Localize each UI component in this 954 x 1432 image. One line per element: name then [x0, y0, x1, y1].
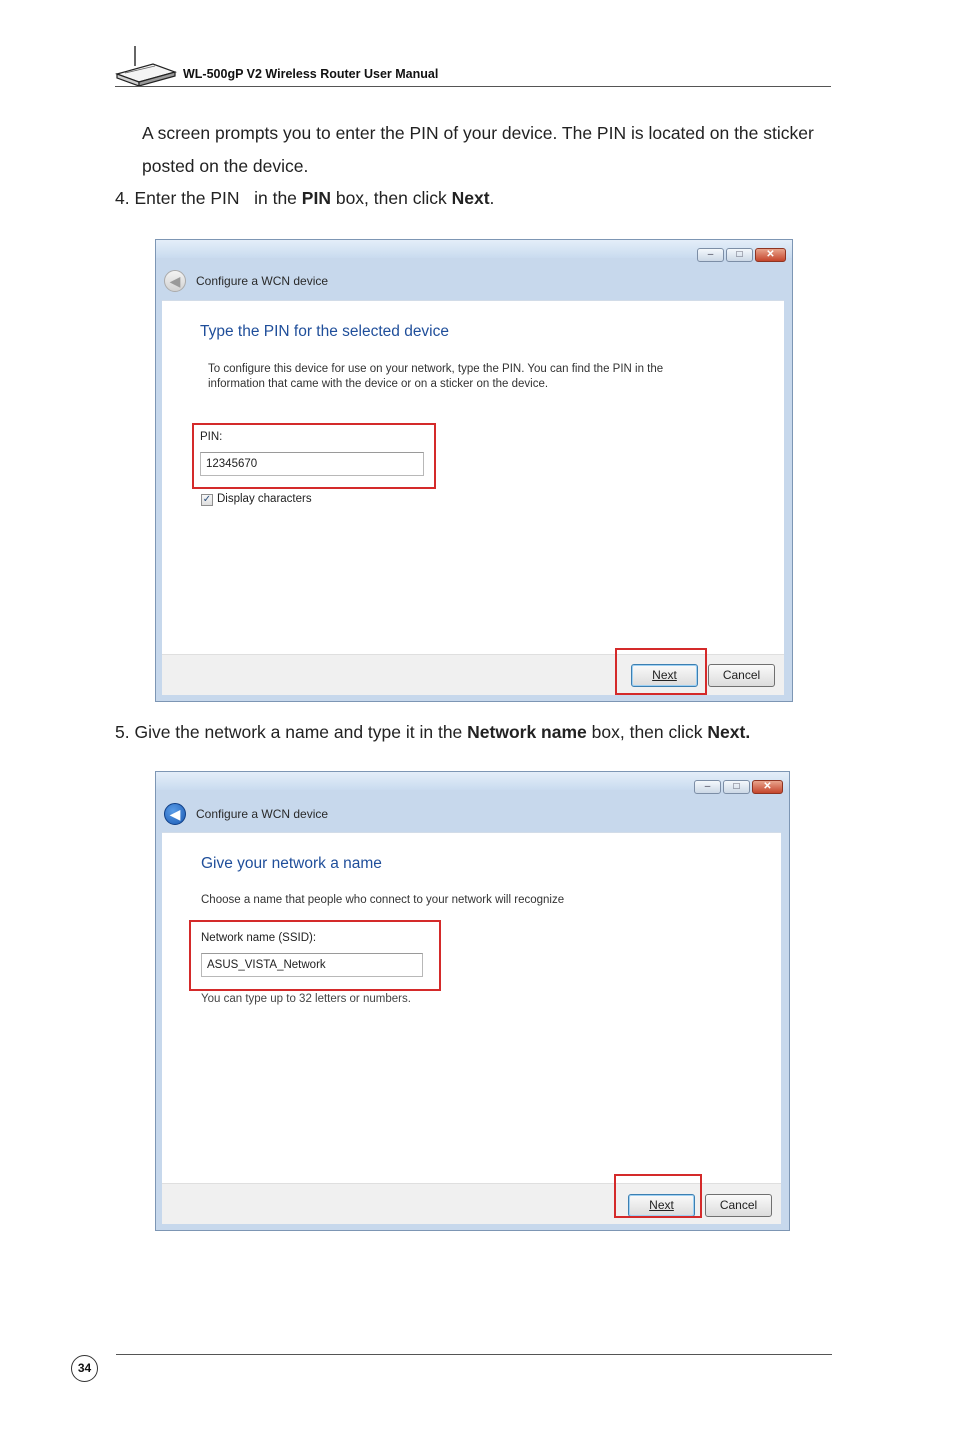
- back-arrow-icon[interactable]: ◀: [164, 803, 186, 825]
- instruction-line-2: information that came with the device or…: [208, 378, 549, 390]
- window-title-row: ◀ Configure a WCN device: [164, 270, 328, 292]
- instruction-text: Choose a name that people who connect to…: [201, 894, 565, 906]
- display-characters-label: Display characters: [217, 493, 312, 505]
- step-5-text: 5. Give the network a name and type it i…: [115, 722, 751, 742]
- page-number: 34: [71, 1355, 98, 1382]
- intro-line-1: A screen prompts you to enter the PIN of…: [142, 123, 814, 143]
- window-controls: – □ ✕: [697, 248, 786, 262]
- back-arrow-icon[interactable]: ◀: [164, 270, 186, 292]
- next-highlight-box: [614, 1174, 702, 1218]
- close-icon[interactable]: ✕: [752, 780, 783, 794]
- intro-line-2: posted on the device.: [142, 156, 309, 176]
- cancel-button[interactable]: Cancel: [708, 664, 775, 687]
- window-controls: – □ ✕: [694, 780, 783, 794]
- window-title: Configure a WCN device: [196, 807, 329, 821]
- minimize-icon[interactable]: –: [697, 248, 724, 262]
- minimize-icon[interactable]: –: [694, 780, 721, 794]
- page-heading: Give your network a name: [201, 855, 382, 872]
- page-heading: Type the PIN for the selected device: [200, 323, 449, 340]
- pin-highlight-box: [192, 423, 436, 489]
- maximize-icon[interactable]: □: [723, 780, 750, 794]
- wizard-content: Give your network a name Choose a name t…: [162, 832, 781, 1183]
- footer-divider: [116, 1354, 832, 1355]
- close-icon[interactable]: ✕: [755, 248, 786, 262]
- cancel-button[interactable]: Cancel: [705, 1194, 772, 1217]
- window-title: Configure a WCN device: [196, 274, 329, 288]
- network-name-highlight-box: [189, 920, 441, 991]
- network-name-hint: You can type up to 32 letters or numbers…: [201, 993, 411, 1005]
- maximize-icon[interactable]: □: [726, 248, 753, 262]
- router-icon: [115, 46, 177, 87]
- step-4-text: 4. Enter the PIN in the PIN box, then cl…: [115, 188, 495, 208]
- window-title-row: ◀ Configure a WCN device: [164, 803, 328, 825]
- header-divider: [115, 86, 831, 87]
- next-highlight-box: [615, 648, 707, 695]
- wcn-network-name-window: – □ ✕ ◀ Configure a WCN device Give your…: [155, 771, 790, 1231]
- instruction-line-1: To configure this device for use on your…: [208, 363, 664, 375]
- display-characters-checkbox[interactable]: ✓: [201, 494, 213, 506]
- manual-title: WL-500gP V2 Wireless Router User Manual: [183, 67, 439, 81]
